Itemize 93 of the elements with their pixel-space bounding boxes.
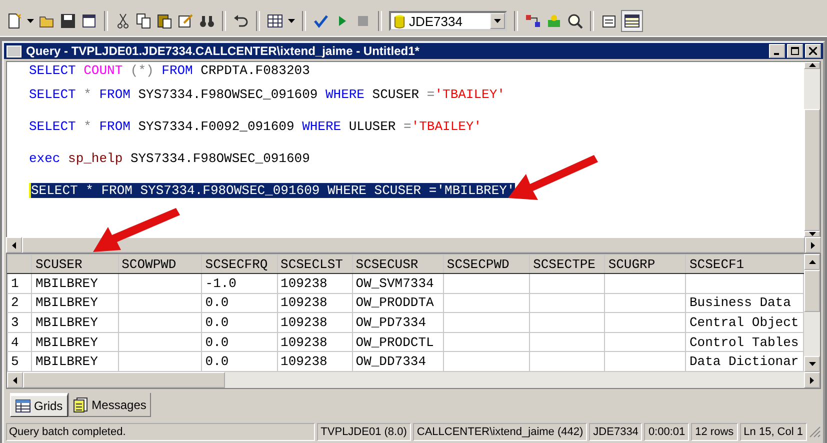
table-cell: Central Object — [689, 314, 799, 330]
table-cell: MBILBREY — [35, 334, 98, 350]
table-cell: -1.0 — [205, 276, 236, 291]
results-grid-icon[interactable] — [622, 11, 642, 31]
grid-icon — [15, 398, 31, 414]
table-cell: 109238 — [280, 354, 328, 370]
vertical-scrollbar[interactable] — [804, 62, 820, 237]
grid-icon[interactable] — [267, 13, 283, 29]
binoculars-icon[interactable] — [199, 13, 215, 29]
code-line: exec sp_help SYS7334.F98OWSEC_091609 — [29, 150, 310, 166]
left-arrow-icon[interactable] — [13, 376, 17, 384]
status-field: 0:00:01 — [644, 423, 690, 441]
horizontal-scrollbar[interactable] — [7, 372, 820, 388]
column-header[interactable]: SCSECFRQ — [202, 254, 278, 274]
status-field: JDE7334 — [589, 423, 642, 441]
table-cell: OW_PD7334 — [356, 314, 426, 330]
objects-icon[interactable] — [525, 13, 541, 29]
table-cell: OW_SVM7334 — [356, 276, 434, 291]
column-header[interactable]: SCSECF1 — [686, 254, 804, 274]
row-number: 4 — [8, 332, 32, 352]
close-button[interactable] — [805, 44, 821, 58]
column-header[interactable]: SCUGRP — [604, 254, 686, 274]
horizontal-scrollbar[interactable] — [6, 237, 821, 253]
column-header[interactable]: SCOWPWD — [118, 254, 202, 274]
table-cell: OW_PRODCTL — [356, 334, 434, 350]
magnifier-icon[interactable] — [567, 13, 583, 29]
column-header[interactable]: SCSECUSR — [352, 254, 444, 274]
column-header[interactable]: SCSECLST — [277, 254, 352, 274]
resize-grip-icon[interactable] — [809, 426, 821, 438]
window-icon[interactable] — [81, 13, 97, 29]
down-arrow-icon[interactable] — [808, 362, 816, 366]
table-cell: Business Data — [689, 295, 791, 310]
table-cell: 109238 — [280, 314, 328, 330]
table-cell: 109238 — [280, 334, 328, 350]
column-header[interactable]: SCUSER — [32, 254, 118, 274]
code-line: SELECT COUNT (*) FROM CRPDTA.F083203 — [29, 62, 310, 78]
table-cell: MBILBREY — [35, 276, 98, 291]
database-icon — [394, 14, 405, 28]
table-cell: Data Dictionar — [689, 354, 799, 370]
close-icon — [809, 47, 817, 55]
caret-icon — [494, 19, 501, 23]
corner-cell — [8, 254, 32, 274]
table-cell: MBILBREY — [35, 295, 98, 310]
row-number: 2 — [8, 293, 32, 313]
table-cell: 0.0 — [205, 295, 229, 310]
status-field: TVPLJDE01 (8.0) — [316, 423, 411, 441]
status-field: CALLCENTER\ixtend_jaime (442) — [412, 423, 588, 441]
document-icon — [72, 396, 89, 412]
minimize-button[interactable] — [769, 44, 785, 58]
up-arrow-icon[interactable] — [808, 63, 816, 68]
table-cell: 109238 — [280, 276, 328, 291]
caret-icon[interactable] — [288, 19, 295, 23]
table-cell: OW_PRODDTA — [356, 295, 434, 310]
row-number: 3 — [8, 312, 32, 332]
left-arrow-icon[interactable] — [12, 242, 16, 248]
status-field: 12 rows — [691, 423, 738, 441]
undo-icon[interactable] — [233, 13, 249, 29]
save-icon[interactable] — [60, 13, 76, 29]
right-arrow-icon[interactable] — [811, 242, 815, 248]
vertical-scrollbar[interactable] — [804, 254, 820, 372]
table-cell: MBILBREY — [35, 354, 98, 370]
caret-icon[interactable] — [27, 19, 34, 23]
window-title: Query - TVPLJDE01.JDE7334.CALLCENTER\ixtend_jaime - Untitled1* — [26, 44, 420, 58]
properties-icon[interactable] — [601, 13, 617, 29]
row-number: 5 — [8, 352, 32, 372]
table-cell: OW_DD7334 — [356, 354, 426, 370]
code-line: SELECT * FROM SYS7334.F98OWSEC_091609 WHERE SCUSER ='TBAILEY' — [29, 86, 505, 102]
table-cell: MBILBREY — [35, 314, 98, 330]
status-message: Query batch completed. — [6, 423, 315, 441]
tab[interactable]: Grids — [10, 393, 68, 417]
status-field: Ln 15, Col 1 — [740, 423, 807, 441]
code-line: SELECT * FROM SYS7334.F0092_091609 WHERE ULUSER ='TBAILEY' — [29, 118, 482, 134]
up-arrow-icon[interactable] — [808, 260, 816, 264]
maximize-button[interactable] — [787, 44, 803, 58]
edit-icon[interactable] — [178, 13, 194, 29]
table-cell: Control Tables — [689, 334, 799, 350]
row-number: 1 — [8, 274, 32, 294]
database-dropdown[interactable]: JDE7334 — [389, 11, 507, 31]
column-header[interactable]: SCSECPWD — [443, 254, 530, 274]
column-header[interactable]: SCSECTPE — [530, 254, 605, 274]
table-cell: 0.0 — [205, 334, 229, 350]
new-file-icon[interactable] — [6, 13, 22, 29]
right-arrow-icon[interactable] — [810, 376, 814, 384]
maximize-icon — [791, 47, 799, 55]
table-cell: 0.0 — [205, 314, 229, 330]
table-cell: 0.0 — [205, 354, 229, 370]
down-arrow-icon[interactable] — [808, 232, 816, 236]
cut-icon[interactable] — [115, 13, 131, 29]
table-cell: 109238 — [280, 295, 328, 310]
paste-icon[interactable] — [157, 13, 173, 29]
tab[interactable]: Messages — [68, 393, 152, 417]
copy-icon[interactable] — [136, 13, 152, 29]
check-icon[interactable] — [313, 13, 329, 29]
